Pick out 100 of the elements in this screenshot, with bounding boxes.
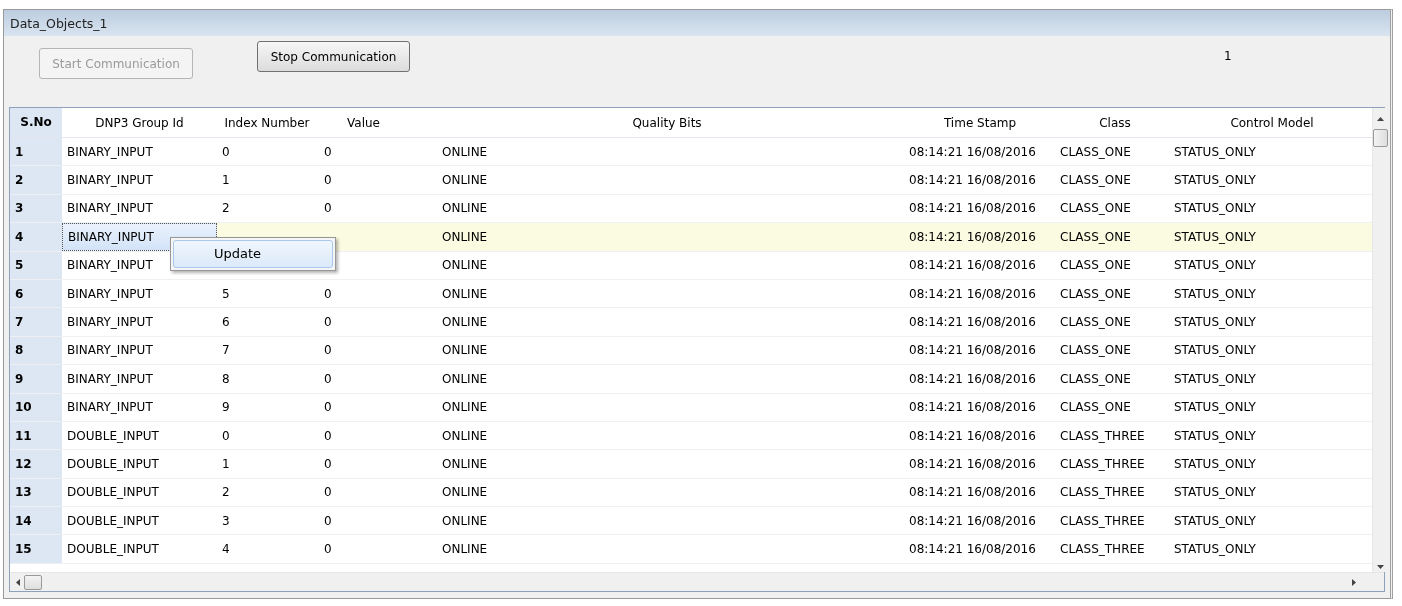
group-cell: BINARY_INPUT [67,201,153,216]
control-model-cell: STATUS_ONLY [1174,286,1256,301]
index-cell: 3 [222,513,230,528]
column-header[interactable]: Value [317,115,432,130]
row-number: 8 [10,336,62,365]
row-number: 13 [10,478,62,507]
control-model-cell: STATUS_ONLY [1174,315,1256,330]
quality-cell: ONLINE [442,229,488,244]
row-number: 11 [10,421,62,450]
quality-cell: ONLINE [442,457,488,471]
class-cell: CLASS_ONE [1060,400,1131,415]
control-model-cell: STATUS_ONLY [1174,229,1256,244]
column-header[interactable]: S.No [10,108,62,137]
scroll-thumb[interactable] [24,574,42,590]
quality-cell: ONLINE [442,343,488,358]
timestamp-cell: 08:14:21 16/08/2016 [909,485,1036,500]
class-cell: CLASS_ONE [1060,229,1131,244]
timestamp-cell: 08:14:21 16/08/2016 [909,201,1036,216]
index-cell: 9 [222,400,230,415]
quality-cell: ONLINE [442,371,488,386]
class-cell: CLASS_ONE [1060,343,1131,358]
column-header[interactable]: Quality Bits [432,115,902,130]
class-cell: CLASS_THREE [1060,485,1145,500]
value-cell: 0 [324,513,332,528]
timestamp-cell: 08:14:21 16/08/2016 [909,315,1036,330]
quality-cell: ONLINE [442,513,488,528]
group-cell: BINARY_INPUT [67,371,153,386]
column-header[interactable]: Control Model [1172,115,1372,130]
timestamp-cell: 08:14:21 16/08/2016 [909,144,1036,159]
timestamp-cell: 08:14:21 16/08/2016 [909,229,1036,244]
value-cell: 0 [324,201,332,216]
control-model-cell: STATUS_ONLY [1174,400,1256,415]
group-cell: DOUBLE_INPUT [67,513,159,528]
class-cell: CLASS_THREE [1060,513,1145,528]
control-model-cell: STATUS_ONLY [1174,371,1256,386]
class-cell: CLASS_ONE [1060,201,1131,216]
row-number: 5 [10,251,62,279]
row-number: 4 [10,223,62,251]
group-cell: BINARY_INPUT [68,229,154,244]
quality-cell: ONLINE [442,315,488,330]
timestamp-cell: 08:14:21 16/08/2016 [909,513,1036,528]
column-header[interactable]: DNP3 Group Id [62,115,217,130]
quality-cell: ONLINE [442,201,488,216]
quality-cell: ONLINE [442,286,488,301]
stop-button[interactable]: Stop Communication [257,41,410,72]
scroll-right-icon[interactable] [1352,578,1356,586]
control-model-cell: STATUS_ONLY [1174,258,1256,273]
value-cell: 0 [324,485,332,500]
group-cell: BINARY_INPUT [67,173,153,188]
quality-cell: ONLINE [442,428,488,443]
column-header[interactable]: Class [1058,115,1172,130]
index-cell: 2 [222,201,230,216]
value-cell: 0 [324,343,332,358]
group-cell: BINARY_INPUT [67,144,153,159]
value-cell: 0 [324,428,332,443]
menu-item[interactable]: Update [173,240,333,269]
control-model-cell: STATUS_ONLY [1174,513,1256,528]
index-cell: 8 [222,371,230,386]
index-cell: 0 [222,144,230,159]
group-cell: DOUBLE_INPUT [67,542,159,557]
class-cell: CLASS_THREE [1060,428,1145,443]
value-cell: 0 [324,542,332,557]
index-cell: 5 [222,286,230,301]
group-cell: DOUBLE_INPUT [67,428,159,443]
column-header[interactable]: Time Stamp [902,115,1058,130]
timestamp-cell: 08:14:21 16/08/2016 [909,173,1036,188]
column-header[interactable]: Index Number [217,115,317,130]
group-cell: DOUBLE_INPUT [67,457,159,471]
row-number: 10 [10,393,62,421]
index-cell: 6 [222,315,230,330]
class-cell: CLASS_THREE [1060,542,1145,557]
index-cell: 0 [222,428,230,443]
scroll-thumb[interactable] [1373,129,1388,147]
control-model-cell: STATUS_ONLY [1174,428,1256,443]
timestamp-cell: 08:14:21 16/08/2016 [909,457,1036,471]
timestamp-cell: 08:14:21 16/08/2016 [909,400,1036,415]
scroll-down-icon[interactable] [1377,565,1384,569]
scroll-up-icon[interactable] [1377,117,1384,121]
row-number: 7 [10,308,62,336]
group-cell: BINARY_INPUT [67,286,153,301]
timestamp-cell: 08:14:21 16/08/2016 [909,286,1036,301]
class-cell: CLASS_ONE [1060,286,1131,301]
row-number: 14 [10,507,62,535]
control-model-cell: STATUS_ONLY [1174,144,1256,159]
control-model-cell: STATUS_ONLY [1174,173,1256,188]
scroll-left-icon[interactable] [16,578,20,586]
row-number: 1 [10,138,62,166]
quality-cell: ONLINE [442,144,488,159]
group-cell: BINARY_INPUT [67,258,153,273]
index-cell: 4 [222,542,230,557]
value-cell: 0 [324,457,332,471]
timestamp-cell: 08:14:21 16/08/2016 [909,343,1036,358]
class-cell: CLASS_ONE [1060,315,1131,330]
timestamp-cell: 08:14:21 16/08/2016 [909,428,1036,443]
class-cell: CLASS_ONE [1060,258,1131,273]
class-cell: CLASS_ONE [1060,173,1131,188]
quality-cell: ONLINE [442,400,488,415]
row-number: 15 [10,535,62,563]
group-cell: BINARY_INPUT [67,315,153,330]
value-cell: 0 [324,371,332,386]
